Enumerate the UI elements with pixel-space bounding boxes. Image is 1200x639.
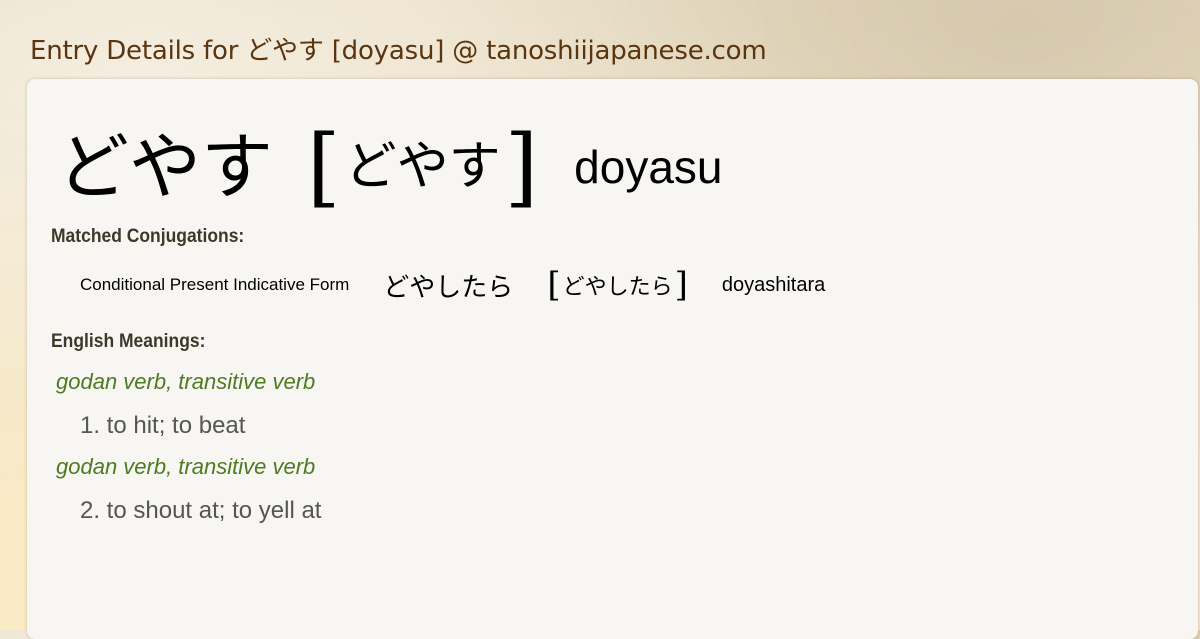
- conjugation-romaji: doyashitara: [721, 273, 826, 296]
- conjugation-row: Conditional Present Indicative Form どやした…: [80, 262, 825, 308]
- part-of-speech: godan verb, transitive verb: [56, 454, 316, 479]
- meaning-gloss: 2. to shout at; to yell at: [80, 497, 322, 524]
- conjugation-close-bracket: ]: [674, 265, 688, 305]
- conjugation-form-name: Conditional Present Indicative Form: [80, 275, 350, 294]
- headword-open-bracket: [: [307, 117, 341, 217]
- english-meanings-label: English Meanings:: [51, 331, 206, 352]
- conjugation-open-bracket: [: [547, 265, 561, 305]
- matched-conjugations-label: Matched Conjugations:: [51, 226, 245, 247]
- page-title: Entry Details for どやす [doyasu] @ tanoshi…: [30, 36, 767, 66]
- conjugation-kanji: どやしたら: [383, 272, 514, 303]
- headword-kana: どやす: [344, 137, 501, 197]
- headword-close-bracket: ]: [504, 117, 539, 217]
- headword: どやす [ どやす ] doyasu: [57, 117, 723, 217]
- part-of-speech: godan verb, transitive verb: [56, 369, 316, 394]
- entry-card: どやす [ どやす ] doyasu Matched Conjugations:…: [27, 79, 1198, 639]
- conjugation-kana: どやしたら: [562, 275, 673, 300]
- meaning-gloss: 1. to hit; to beat: [80, 412, 246, 439]
- headword-romaji: doyasu: [574, 141, 723, 193]
- headword-kanji: どやす: [57, 125, 274, 209]
